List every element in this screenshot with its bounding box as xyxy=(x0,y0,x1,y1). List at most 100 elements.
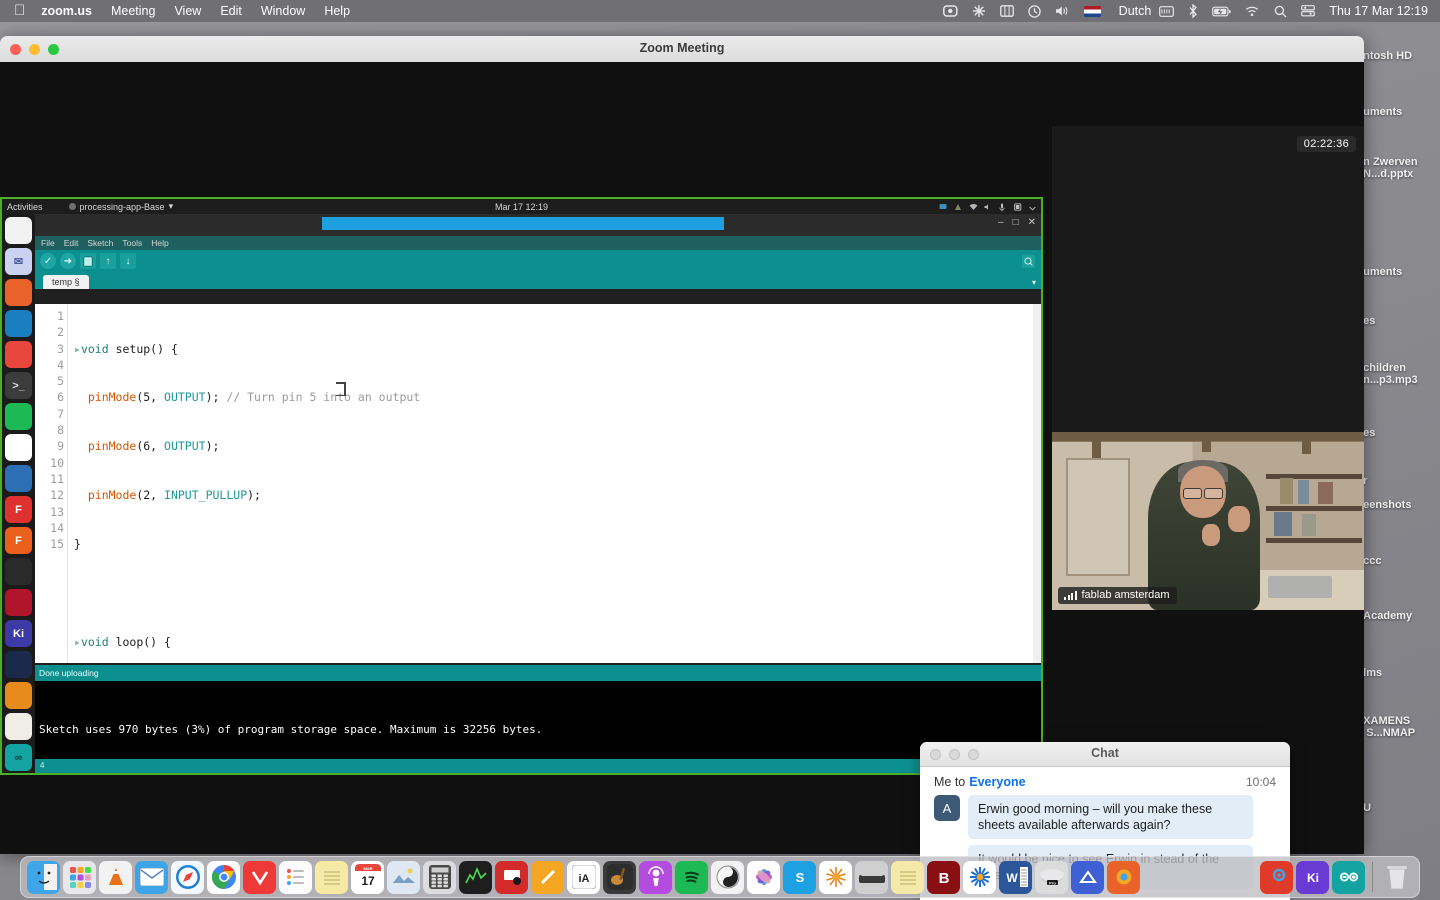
chat-bubble[interactable]: Erwin good morning – will you make these… xyxy=(968,795,1253,839)
arduino-icon[interactable]: ∞ xyxy=(5,744,32,771)
chat-recipient[interactable]: Everyone xyxy=(969,775,1025,789)
terminal-icon[interactable]: >_ xyxy=(5,372,32,399)
screen-record-icon[interactable] xyxy=(943,5,958,17)
wifi-icon[interactable] xyxy=(1245,6,1260,17)
notes-icon[interactable] xyxy=(315,861,348,894)
editor-scrollbar[interactable] xyxy=(1033,304,1041,663)
verify-button[interactable]: ✓ xyxy=(40,253,56,269)
fusion-icon[interactable]: F xyxy=(5,527,32,554)
nero-icon[interactable]: Pro xyxy=(1035,861,1068,894)
ide-menu-tools[interactable]: Tools xyxy=(122,238,142,248)
control-center-icon[interactable] xyxy=(1301,5,1315,17)
new-sketch-button[interactable] xyxy=(80,253,96,269)
arduino-icon[interactable] xyxy=(1332,861,1365,894)
keynote-icon[interactable] xyxy=(495,861,528,894)
open-sketch-button[interactable]: ↑ xyxy=(100,253,116,269)
desktop-icon[interactable]: ...XAMENS... S...NMAP xyxy=(1354,715,1440,739)
files-icon[interactable] xyxy=(5,217,32,244)
menu-clock[interactable]: Thu 17 Mar 12:19 xyxy=(1329,4,1428,18)
gnome-status-area[interactable] xyxy=(939,203,1037,211)
mathematica-icon[interactable] xyxy=(819,861,852,894)
scanner-icon[interactable] xyxy=(855,861,888,894)
gnome-clock[interactable]: Mar 17 12:19 xyxy=(2,202,1041,212)
menu-window[interactable]: Window xyxy=(261,4,305,18)
ide-menu-sketch[interactable]: Sketch xyxy=(87,238,113,248)
search-icon[interactable] xyxy=(1274,5,1287,18)
ide-window-buttons[interactable]: – □ ✕ xyxy=(998,218,1036,228)
mail-icon[interactable]: ✉ xyxy=(5,248,32,275)
firefox-icon[interactable] xyxy=(1107,861,1140,894)
spotify-icon[interactable] xyxy=(675,861,708,894)
desktop-icon[interactable]: ...ccc xyxy=(1354,555,1440,567)
menu-view[interactable]: View xyxy=(174,4,201,18)
zoom-title-bar[interactable]: Zoom Meeting xyxy=(0,36,1364,63)
blender-icon[interactable] xyxy=(5,558,32,585)
spotify-icon[interactable] xyxy=(5,403,32,430)
stickies-icon[interactable] xyxy=(891,861,924,894)
pdf-icon[interactable]: F xyxy=(5,496,32,523)
volume-icon[interactable] xyxy=(1055,5,1070,17)
vlc-icon[interactable] xyxy=(99,861,132,894)
desktop-icon[interactable]: ...r xyxy=(1354,475,1440,487)
participant-video-fablab[interactable]: fablab amsterdam xyxy=(1052,432,1364,610)
mail-icon[interactable] xyxy=(135,861,168,894)
pages-icon[interactable] xyxy=(531,861,564,894)
kicad-icon[interactable]: Ki xyxy=(5,620,32,647)
tab-dropdown-icon[interactable]: ▾ xyxy=(1032,278,1036,287)
chrome-icon[interactable] xyxy=(207,861,240,894)
desktop-icon[interactable]: ...children...n...p3.mp3 xyxy=(1354,362,1440,386)
finder-icon[interactable] xyxy=(27,861,60,894)
calendar-icon[interactable]: 17MAR xyxy=(351,861,384,894)
language-flag-icon[interactable] xyxy=(1084,6,1101,17)
chat-title-bar[interactable]: Chat xyxy=(920,742,1290,767)
ide-menu-edit[interactable]: Edit xyxy=(64,238,79,248)
ide-code-editor[interactable]: 123456789101112131415 ▸void setup() { pi… xyxy=(35,304,1041,663)
chrome-icon[interactable] xyxy=(5,341,32,368)
firefox-icon[interactable] xyxy=(5,279,32,306)
compass-icon[interactable] xyxy=(5,434,32,461)
language-label[interactable]: Dutch xyxy=(1119,4,1152,18)
stellarium-icon[interactable] xyxy=(5,651,32,678)
calculator-icon[interactable] xyxy=(423,861,456,894)
gnome-dock[interactable]: ✉ >_ FF Ki ∞ xyxy=(2,214,35,773)
preview-icon[interactable] xyxy=(387,861,420,894)
ide-menu-file[interactable]: File xyxy=(41,238,55,248)
word-icon[interactable]: W xyxy=(999,861,1032,894)
apple-icon[interactable]:  xyxy=(14,4,25,18)
vscode-icon[interactable] xyxy=(5,465,32,492)
podcasts-icon[interactable] xyxy=(639,861,672,894)
menu-edit[interactable]: Edit xyxy=(220,4,242,18)
ide-menu-help[interactable]: Help xyxy=(151,238,168,248)
edge-icon[interactable] xyxy=(5,310,32,337)
desktop-icon[interactable]: ...U xyxy=(1354,802,1440,814)
desktop-icon[interactable]: ...ntosh HD xyxy=(1354,50,1440,62)
asterisk-icon[interactable] xyxy=(972,4,986,18)
desktop-icon[interactable]: ...eenshots xyxy=(1354,499,1440,511)
desktop-icon[interactable]: ...lms xyxy=(1354,667,1440,679)
menu-zoom-us[interactable]: zoom.us xyxy=(41,4,92,18)
vivaldi-icon[interactable] xyxy=(243,861,276,894)
battery-charging-icon[interactable] xyxy=(1212,6,1231,17)
grid-icon[interactable] xyxy=(1000,5,1014,17)
libreoffice-impress-icon[interactable] xyxy=(5,713,32,740)
ide-title-bar[interactable]: temp | Arduino 1.8.19 – □ ✕ xyxy=(35,214,1041,236)
fusion360-icon[interactable] xyxy=(1260,861,1293,894)
menu-help[interactable]: Help xyxy=(324,4,350,18)
kicad-icon[interactable]: Ki xyxy=(1296,861,1329,894)
desktop-icon[interactable]: ...es xyxy=(1354,427,1440,439)
desktop-icon[interactable]: ...uments xyxy=(1354,106,1440,118)
participant-video-inactive[interactable]: 02:22:36 xyxy=(1052,126,1364,432)
keyboard-icon[interactable] xyxy=(1159,6,1174,17)
anchor-icon[interactable] xyxy=(1071,861,1104,894)
bluetooth-icon[interactable] xyxy=(1188,4,1198,18)
ide-maximize-button[interactable]: □ xyxy=(1013,218,1019,228)
menu-meeting[interactable]: Meeting xyxy=(111,4,155,18)
sketch-tab-temp[interactable]: temp § xyxy=(43,275,89,289)
macos-dock[interactable]: 17MARiASBWProKi xyxy=(20,856,1420,898)
upload-button[interactable]: ➜ xyxy=(60,253,76,269)
xquartz-icon[interactable] xyxy=(963,861,996,894)
bittorrent-icon[interactable]: B xyxy=(927,861,960,894)
skype-icon[interactable]: S xyxy=(783,861,816,894)
activity-monitor-icon[interactable] xyxy=(459,861,492,894)
safari-icon[interactable] xyxy=(171,861,204,894)
